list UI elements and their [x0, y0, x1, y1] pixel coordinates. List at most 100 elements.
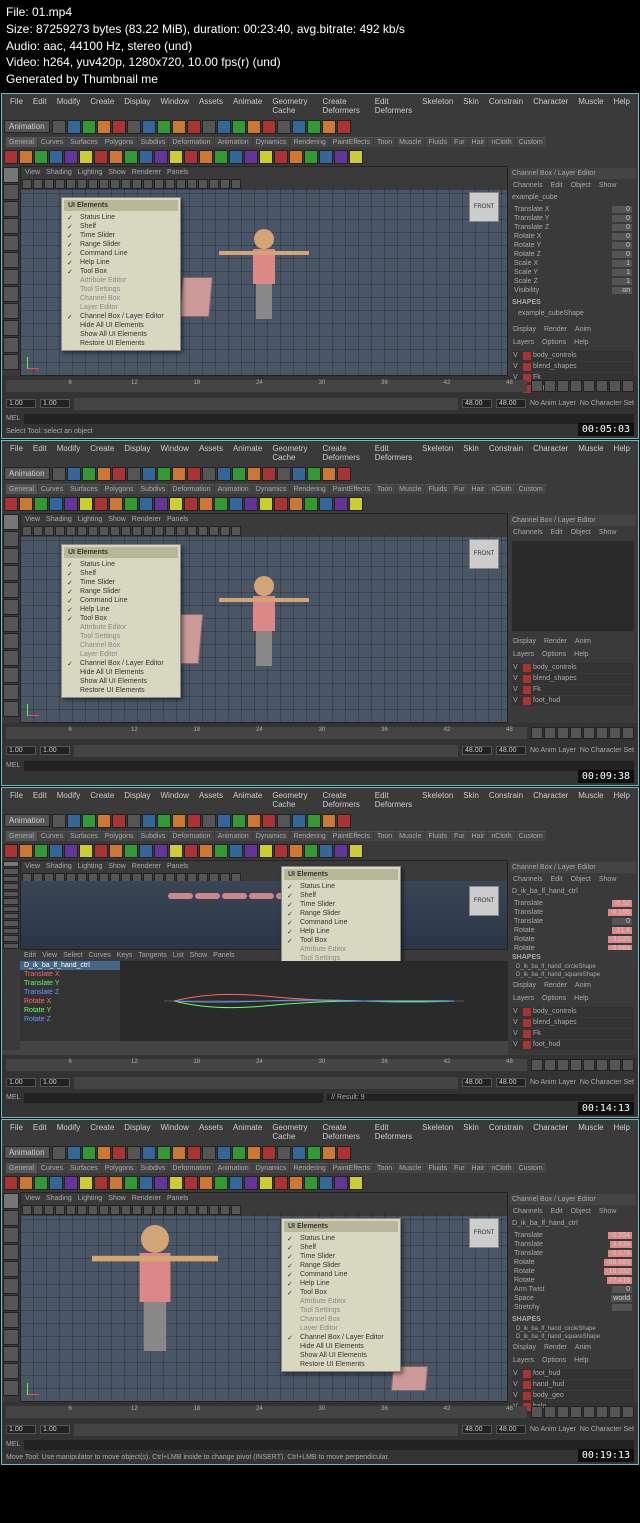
shelf-icon[interactable]: [199, 150, 213, 164]
shelf-tab-surfaces[interactable]: Surfaces: [67, 484, 101, 494]
status-icon[interactable]: [52, 814, 66, 828]
shelf-tab-curves[interactable]: Curves: [38, 1163, 66, 1173]
play-button[interactable]: [531, 1059, 543, 1071]
ui-element-restore-ui-elements[interactable]: Restore UI Elements: [284, 1360, 398, 1369]
layer-tab-anim[interactable]: Anim: [572, 325, 594, 334]
attr-rotate[interactable]: Rotate-16.032: [512, 1267, 634, 1276]
menu-window[interactable]: Window: [157, 1122, 193, 1142]
status-icon[interactable]: [322, 467, 336, 481]
status-icon[interactable]: [307, 120, 321, 134]
play-button[interactable]: [544, 1059, 556, 1071]
vp-menu-show[interactable]: Show: [108, 169, 126, 176]
status-icon[interactable]: [82, 120, 96, 134]
cb-tab-edit[interactable]: Edit: [548, 528, 566, 537]
shelf-icon[interactable]: [274, 844, 288, 858]
shelf-icon[interactable]: [49, 497, 63, 511]
shelf-tab-animation[interactable]: Animation: [215, 137, 252, 147]
shelf-icon[interactable]: [139, 844, 153, 858]
shelf-icon[interactable]: [139, 150, 153, 164]
shelf-tab-ncloth[interactable]: nCloth: [488, 484, 514, 494]
shelf-icon[interactable]: [319, 1176, 333, 1190]
attr-scale-z[interactable]: Scale Z1: [512, 277, 634, 286]
tool-icon[interactable]: [3, 1363, 19, 1379]
menu-edit[interactable]: Edit: [29, 443, 51, 463]
shelf-icon[interactable]: [139, 1176, 153, 1190]
attr-scale-y[interactable]: Scale Y1: [512, 268, 634, 277]
play-button[interactable]: [544, 380, 556, 392]
view-cube[interactable]: FRONT: [469, 539, 499, 569]
attr-translate[interactable]: Translate-0.354: [512, 1231, 634, 1240]
status-icon[interactable]: [292, 814, 306, 828]
shelf-tab-animation[interactable]: Animation: [215, 1163, 252, 1173]
ui-element-range-slider[interactable]: Range Slider: [284, 909, 398, 918]
graph-object[interactable]: D_ik_ba_lf_hand_ctrl: [20, 961, 120, 970]
shelf-icon[interactable]: [94, 844, 108, 858]
shelf-icon[interactable]: [19, 150, 33, 164]
menu-constrain[interactable]: Constrain: [485, 790, 527, 810]
status-icon[interactable]: [202, 814, 216, 828]
status-icon[interactable]: [157, 1146, 171, 1160]
ui-element-channel-box[interactable]: Channel Box: [64, 641, 178, 650]
status-icon[interactable]: [322, 120, 336, 134]
shelf-icon[interactable]: [259, 844, 273, 858]
menu-skin[interactable]: Skin: [459, 443, 483, 463]
ui-element-shelf[interactable]: Shelf: [64, 222, 178, 231]
tool-icon[interactable]: [3, 565, 19, 581]
play-button[interactable]: [531, 1406, 543, 1418]
menu-file[interactable]: File: [6, 1122, 27, 1142]
status-icon[interactable]: [127, 814, 141, 828]
shelf-icon[interactable]: [94, 497, 108, 511]
menu-skeleton[interactable]: Skeleton: [418, 96, 457, 116]
graph-channel[interactable]: Rotate X: [20, 997, 120, 1006]
status-icon[interactable]: [127, 1146, 141, 1160]
shelf-tab-animation[interactable]: Animation: [215, 831, 252, 841]
layer-menu-layers[interactable]: Layers: [510, 338, 537, 347]
shelf-tab-deformation[interactable]: Deformation: [169, 137, 213, 147]
status-icon[interactable]: [187, 1146, 201, 1160]
tool-icon[interactable]: [3, 898, 19, 904]
shelf-tab-general[interactable]: General: [6, 1163, 37, 1173]
tool-icon[interactable]: [3, 883, 19, 889]
ui-element-tool-box[interactable]: Tool Box: [64, 267, 178, 276]
status-icon[interactable]: [307, 467, 321, 481]
layer-tab-display[interactable]: Display: [510, 1343, 539, 1352]
tool-icon[interactable]: [3, 633, 19, 649]
layer-blend_shapes[interactable]: Vblend_shapes: [512, 362, 634, 372]
shelf-icon[interactable]: [289, 1176, 303, 1190]
shelf-icon[interactable]: [109, 844, 123, 858]
status-icon[interactable]: [112, 120, 126, 134]
shelf-icon[interactable]: [214, 1176, 228, 1190]
shelf-icon[interactable]: [124, 497, 138, 511]
ui-element-attribute-editor[interactable]: Attribute Editor: [284, 1297, 398, 1306]
play-button[interactable]: [570, 380, 582, 392]
play-button[interactable]: [557, 1059, 569, 1071]
no-anim[interactable]: No Anim Layer: [530, 400, 576, 407]
shelf-tab-rendering[interactable]: Rendering: [290, 137, 328, 147]
shelf-icon[interactable]: [4, 1176, 18, 1190]
layer-tab-render[interactable]: Render: [541, 637, 570, 646]
vp-menu-view[interactable]: View: [25, 169, 40, 176]
tool-icon[interactable]: [3, 531, 19, 547]
ui-element-restore-ui-elements[interactable]: Restore UI Elements: [64, 339, 178, 348]
ui-element-tool-settings[interactable]: Tool Settings: [284, 1306, 398, 1315]
object-name[interactable]: example_cube: [510, 192, 636, 203]
range-start[interactable]: [6, 399, 36, 408]
shelf-icon[interactable]: [169, 150, 183, 164]
attr-rotate-x[interactable]: Rotate X0: [512, 232, 634, 241]
status-icon[interactable]: [232, 467, 246, 481]
shelf-icon[interactable]: [34, 150, 48, 164]
shelf-icon[interactable]: [79, 150, 93, 164]
shelf-tab-hair[interactable]: Hair: [469, 1163, 488, 1173]
shelf-icon[interactable]: [304, 150, 318, 164]
play-button[interactable]: [583, 727, 595, 739]
layer-foot_hud[interactable]: Vfoot_hud: [512, 1040, 634, 1050]
tool-icon[interactable]: [3, 891, 19, 897]
status-icon[interactable]: [292, 467, 306, 481]
shelf-tab-toon[interactable]: Toon: [374, 484, 395, 494]
layer-menu-help[interactable]: Help: [571, 650, 591, 659]
character-model[interactable]: [234, 576, 294, 676]
layer-menu-help[interactable]: Help: [571, 338, 591, 347]
status-icon[interactable]: [202, 1146, 216, 1160]
menu-help[interactable]: Help: [610, 1122, 634, 1142]
attr-visibility[interactable]: Visibilityon: [512, 286, 634, 295]
